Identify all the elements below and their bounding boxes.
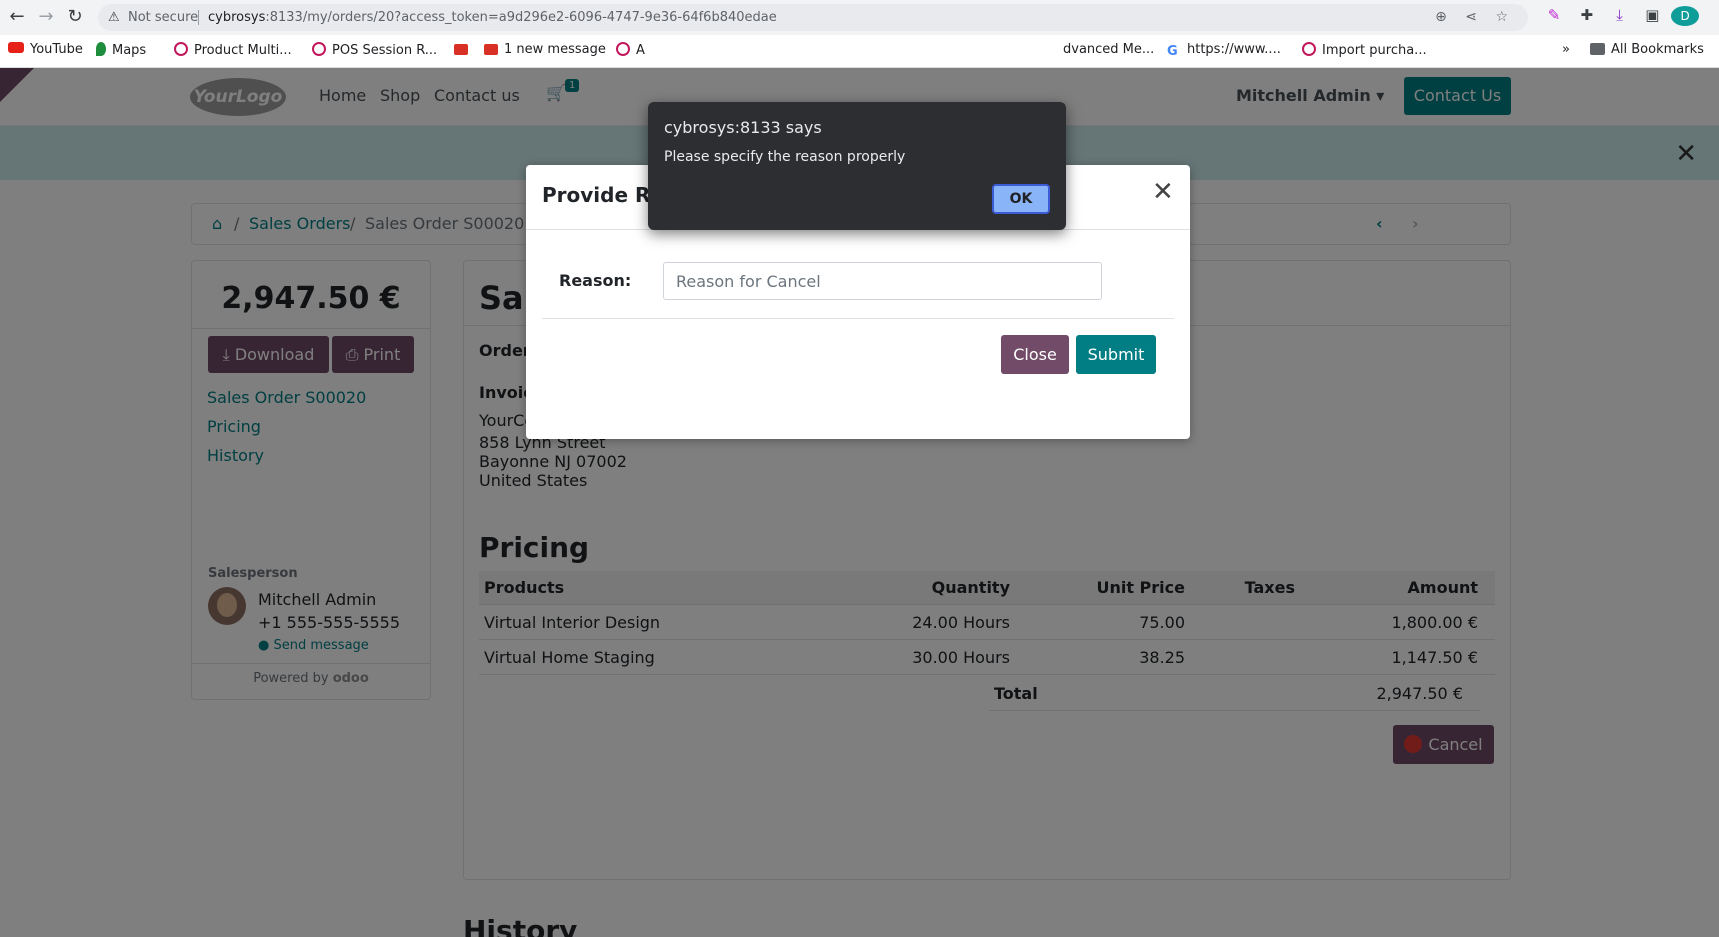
google-icon: G — [1167, 44, 1178, 59]
url-text: cybrosys:8133/my/orders/20?access_token=… — [208, 10, 777, 25]
all-bookmarks[interactable]: All Bookmarks — [1590, 42, 1704, 57]
warning-icon: ⚠ — [108, 10, 120, 25]
reason-input[interactable] — [663, 262, 1102, 300]
alert-title: cybrosys:8133 says — [664, 118, 822, 137]
bookmark-import-purchase[interactable]: Import purcha... — [1302, 42, 1427, 58]
puzzle-icon[interactable]: ✚ — [1573, 6, 1601, 24]
back-icon[interactable]: ← — [6, 6, 28, 28]
bookmark-product-multi[interactable]: Product Multi... — [174, 42, 292, 58]
sidepanel-icon[interactable]: ▣ — [1638, 6, 1666, 24]
bookmark-https[interactable]: Ghttps://www.... — [1167, 42, 1281, 59]
bookmark-advanced[interactable]: dvanced Me... — [1063, 42, 1154, 57]
bookmark-a[interactable]: A — [616, 42, 645, 58]
folder-icon — [1590, 43, 1605, 55]
reload-icon[interactable]: ↻ — [64, 6, 86, 28]
ok-button[interactable]: OK — [992, 184, 1050, 214]
browser-alert-dialog: cybrosys:8133 says Please specify the re… — [648, 102, 1066, 230]
gmail-icon — [454, 44, 468, 55]
security-label: Not secure — [128, 10, 199, 25]
url-actions: ⊕ ⋖ ☆ — [1421, 4, 1508, 31]
zoom-icon[interactable]: ⊕ — [1435, 9, 1447, 25]
browser-toolbar: ← → ↻ ⚠ Not secure cybrosys:8133/my/orde… — [0, 0, 1719, 35]
odoo-icon — [616, 42, 630, 56]
mail-icon — [484, 44, 498, 55]
odoo-icon — [174, 42, 188, 56]
bookmark-new-message[interactable]: 1 new message — [484, 42, 606, 57]
reason-label: Reason: — [559, 271, 632, 290]
divider — [198, 10, 199, 25]
bookmark-gmail[interactable] — [454, 42, 474, 57]
bookmark-pos-session[interactable]: POS Session R... — [312, 42, 437, 58]
profile-avatar[interactable]: D — [1671, 6, 1700, 26]
maps-icon — [96, 42, 106, 56]
share-icon[interactable]: ⋖ — [1465, 9, 1477, 25]
forward-icon[interactable]: → — [35, 6, 57, 28]
bookmark-youtube[interactable]: YouTube — [8, 42, 83, 57]
star-icon[interactable]: ☆ — [1495, 9, 1508, 25]
submit-button[interactable]: Submit — [1076, 335, 1156, 374]
extension-icons: ✎ ✚ ⤓ ▣ D — [1540, 6, 1700, 28]
modal-backdrop[interactable]: Provide Rea ✕ Reason: Close Submit cybro… — [0, 68, 1719, 937]
bookmarks-bar: YouTube Maps Product Multi... POS Sessio… — [0, 35, 1719, 68]
youtube-icon — [8, 42, 24, 53]
odoo-icon — [1302, 42, 1316, 56]
download-icon[interactable]: ⤓ — [1606, 6, 1634, 24]
bookmark-maps[interactable]: Maps — [96, 42, 146, 58]
bookmarks-more-icon[interactable]: » — [1562, 42, 1570, 57]
odoo-icon — [312, 42, 326, 56]
address-bar[interactable]: ⚠ Not secure cybrosys:8133/my/orders/20?… — [98, 4, 1528, 31]
pen-icon[interactable]: ✎ — [1540, 6, 1568, 24]
divider — [542, 318, 1174, 319]
close-icon[interactable]: ✕ — [1152, 177, 1174, 207]
alert-message: Please specify the reason properly — [664, 149, 906, 165]
close-button[interactable]: Close — [1001, 335, 1069, 374]
